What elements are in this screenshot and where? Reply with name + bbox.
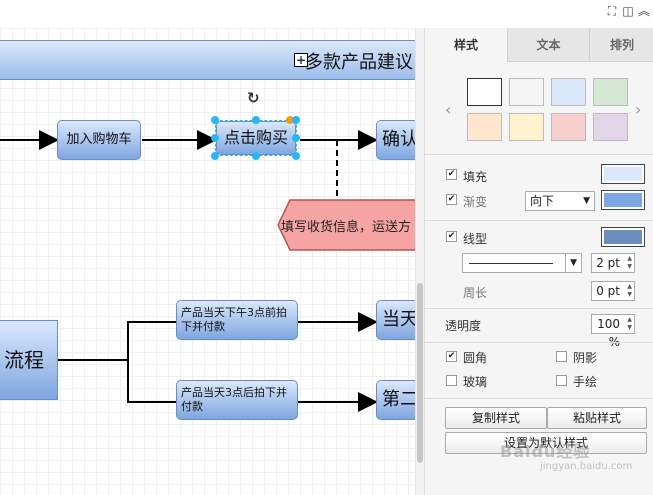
gradient-label: 渐变 [463, 195, 488, 209]
fill-checkbox[interactable]: ✔ [446, 169, 457, 180]
sketch-label: 手绘 [573, 375, 598, 389]
shadow-label: 阴影 [573, 351, 598, 365]
line-pattern-select[interactable]: ▼ [462, 253, 582, 273]
line-width-input[interactable]: 2 pt ▲ ▼ [591, 253, 635, 273]
perimeter-label: 周长 [463, 286, 488, 300]
glass-label: 玻璃 [463, 375, 488, 389]
swatch-gray[interactable] [509, 78, 544, 106]
line-label: 线型 [463, 232, 488, 246]
glass-checkbox[interactable] [446, 375, 457, 386]
top-toolbar: ⛶ ◫ ︽ [0, 0, 653, 29]
paste-style-button[interactable]: 粘贴样式 [547, 407, 647, 429]
format-panel-icon[interactable]: ◫ [621, 4, 635, 18]
swatch-yellow[interactable] [509, 113, 544, 141]
opacity-label: 透明度 [445, 319, 482, 333]
divider [425, 308, 653, 309]
scrollbar-thumb[interactable] [417, 283, 423, 463]
rounded-label: 圆角 [463, 351, 488, 365]
resize-handle-se[interactable] [292, 152, 300, 160]
dropdown-caret-icon: ▼ [565, 254, 577, 272]
line-checkbox[interactable]: ✔ [446, 231, 457, 242]
swatch-purple[interactable] [593, 113, 628, 141]
tab-style[interactable]: 样式 [425, 28, 507, 62]
tab-text[interactable]: 文本 [507, 28, 589, 62]
callout-text: 填写收货信息，运送方 [281, 220, 412, 235]
swatch-orange[interactable] [467, 113, 502, 141]
node-after-3pm[interactable]: 产品当天3点后拍下并付款 [176, 380, 298, 420]
spinner-icon[interactable]: ▲ ▼ [627, 316, 632, 332]
spinner-icon[interactable]: ▲ ▼ [627, 255, 632, 271]
banner-shape[interactable]: + 多款产品建议 [0, 40, 415, 80]
shadow-checkbox[interactable] [556, 351, 567, 362]
dropdown-caret-icon: ▼ [583, 196, 590, 206]
connectors [0, 130, 415, 412]
opacity-input[interactable]: 100 % ▲ ▼ [591, 314, 635, 349]
resize-handle-n[interactable] [252, 116, 260, 124]
gradient-checkbox[interactable]: ✔ [446, 194, 457, 205]
resize-handle-ne[interactable] [292, 116, 300, 124]
resize-handle-e[interactable] [292, 134, 300, 142]
banner-title: 多款产品建议 [305, 52, 413, 73]
spinner-icon[interactable]: ▲ ▼ [627, 283, 632, 299]
node-next-day[interactable]: 第二 [376, 380, 415, 420]
divider [425, 398, 653, 399]
node-same-day[interactable]: 当天 [376, 300, 415, 340]
watermark: Baidu经验 [500, 442, 591, 461]
swatch-next-icon[interactable]: › [635, 100, 641, 119]
resize-handle-w[interactable] [211, 134, 219, 142]
line-color-picker[interactable] [601, 227, 645, 247]
line-pattern-preview [469, 263, 553, 264]
format-panel: 样式 文本 排列 ‹ › ✔ 填充 ✔ 渐变 向下 ▼ ✔ 线型 ▼ 2 pt ▲ ▼… [424, 28, 653, 495]
divider [425, 220, 653, 221]
gradient-direction-select[interactable]: 向下 ▼ [525, 191, 595, 211]
node-process[interactable]: 流程 [0, 320, 58, 400]
perimeter-input[interactable]: 0 pt ▲ ▼ [591, 281, 635, 301]
rounded-checkbox[interactable]: ✔ [446, 351, 457, 362]
tab-arrange[interactable]: 排列 [589, 28, 653, 62]
resize-handle-sw[interactable] [211, 152, 219, 160]
node-before-3pm[interactable]: 产品当天下午3点前拍下并付款 [176, 300, 298, 340]
canvas-scrollbar[interactable] [415, 28, 424, 495]
fill-color-picker[interactable] [601, 164, 645, 184]
sketch-checkbox[interactable] [556, 375, 567, 386]
resize-handle-nw[interactable] [211, 116, 219, 124]
node-add-to-cart[interactable]: 加入购物车 [57, 120, 141, 160]
diagram-canvas[interactable]: + 多款产品建议 加入购物车 点击购买 ↻ 确认 填写收货信息，运送方 流程 产… [0, 28, 415, 495]
panel-tabs: 样式 文本 排列 [425, 28, 653, 62]
collapse-icon[interactable]: ︽ [637, 4, 651, 18]
fullscreen-icon[interactable]: ⛶ [605, 4, 619, 18]
divider [425, 342, 653, 343]
node-confirm[interactable]: 确认 [376, 120, 415, 160]
rotate-handle-icon[interactable]: ↻ [247, 89, 260, 107]
swatch-blue[interactable] [551, 78, 586, 106]
watermark-url: jingyan.baidu.com [540, 461, 633, 472]
copy-style-button[interactable]: 复制样式 [445, 407, 547, 429]
divider [425, 154, 653, 155]
resize-handle-s[interactable] [252, 152, 260, 160]
gradient-color-picker[interactable] [601, 190, 645, 210]
swatch-red[interactable] [551, 113, 586, 141]
swatch-white[interactable] [467, 78, 502, 106]
fill-label: 填充 [463, 170, 488, 184]
swatch-green[interactable] [593, 78, 628, 106]
selection-box [215, 120, 297, 156]
swatch-prev-icon[interactable]: ‹ [445, 100, 451, 119]
